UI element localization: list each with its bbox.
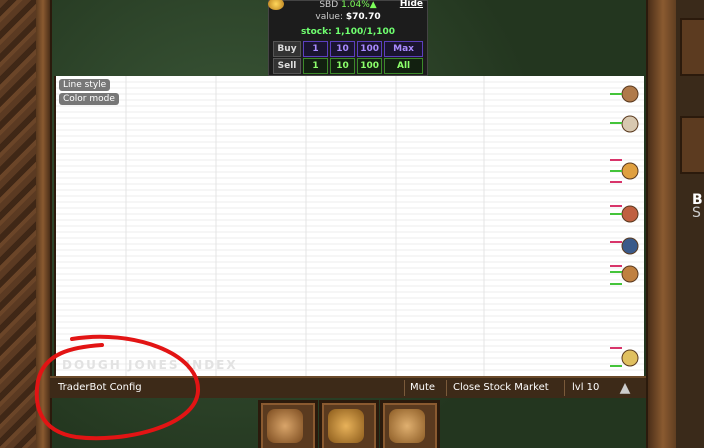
- trade-buttons: Buy 1 10 100 Max Sell 1 10 100 All: [273, 41, 424, 75]
- line-style-button[interactable]: Line style: [59, 79, 111, 91]
- burger-icon: [621, 349, 639, 367]
- right-panel-letter: S: [692, 205, 701, 221]
- building-tile[interactable]: [380, 400, 440, 448]
- game-scene: B S SBD 1.04%▲ Hide value: $70.70 stock: …: [0, 0, 704, 448]
- bread-icon: [621, 265, 639, 283]
- sell-1-button[interactable]: 1: [303, 58, 329, 74]
- level-label: lvl 10: [572, 382, 600, 393]
- buy-1-button[interactable]: 1: [303, 41, 329, 57]
- annotation-circle: [34, 334, 201, 441]
- close-stock-market-button[interactable]: Close Stock Market: [449, 380, 553, 396]
- stock-change: 1.04%▲: [341, 0, 377, 10]
- sell-label: Sell: [273, 58, 301, 74]
- scroll-icon: [621, 115, 639, 133]
- sell-10-button[interactable]: 10: [330, 58, 356, 74]
- sell-100-button[interactable]: 100: [357, 58, 383, 74]
- chart-canvas: [56, 76, 644, 376]
- meat-icon: [621, 205, 639, 223]
- buy-label: Buy: [273, 41, 301, 57]
- stock-value-label: value:: [315, 12, 343, 22]
- color-mode-button[interactable]: Color mode: [59, 93, 119, 105]
- stock-header: SBD 1.04%▲ Hide: [269, 0, 427, 10]
- separator: [564, 380, 565, 396]
- cake-icon: [621, 162, 639, 180]
- hide-link[interactable]: Hide: [400, 0, 423, 9]
- sell-all-button[interactable]: All: [384, 58, 424, 74]
- buy-max-button[interactable]: Max: [384, 41, 424, 57]
- stock-symbol: SBD: [319, 0, 339, 10]
- buy-row: Buy 1 10 100 Max: [273, 41, 424, 57]
- mute-button[interactable]: Mute: [406, 380, 439, 396]
- sell-row: Sell 1 10 100 All: [273, 58, 424, 74]
- stock-quantity: stock: 1,100/1,100: [300, 27, 396, 37]
- building-tile[interactable]: [258, 400, 318, 448]
- cookie-icon: [621, 85, 639, 103]
- stock-value: value: $70.70: [269, 12, 427, 22]
- right-panel-tile[interactable]: [680, 18, 704, 76]
- right-frame: [646, 0, 678, 448]
- stock-info-panel: SBD 1.04%▲ Hide value: $70.70 stock: 1,10…: [268, 0, 428, 76]
- cow-icon: [267, 409, 303, 443]
- buy-100-button[interactable]: 100: [357, 41, 383, 57]
- separator: [404, 380, 405, 396]
- stock-value-amount: $70.70: [345, 12, 381, 22]
- potion-icon: [621, 237, 639, 255]
- right-panel-tile[interactable]: [680, 116, 704, 174]
- building-tile[interactable]: [319, 400, 379, 448]
- separator: [446, 380, 447, 396]
- stock-chart: Line style Color mode DOUGH JONES INDEX: [54, 76, 644, 376]
- fist-icon: [389, 409, 425, 443]
- arrow-up-icon[interactable]: ▲: [616, 379, 634, 397]
- dragon-icon: [328, 409, 364, 443]
- buy-10-button[interactable]: 10: [330, 41, 356, 57]
